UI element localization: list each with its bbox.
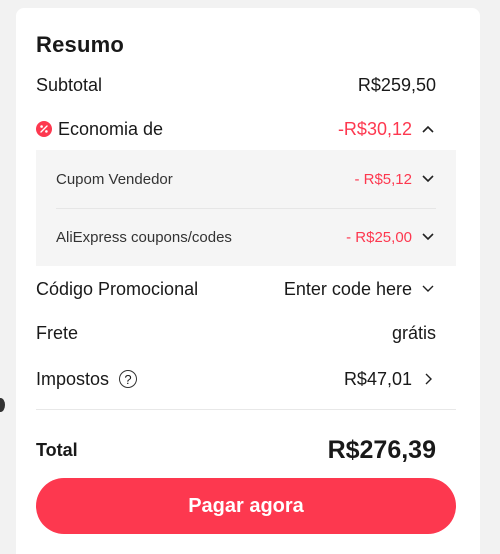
chevron-right-icon[interactable] [420,371,436,387]
discount-badge-icon [36,121,52,137]
taxes-label: Impostos [36,368,110,389]
question-circle-icon[interactable]: ? [119,370,138,388]
promo-code-label: Código Promocional [36,278,199,299]
promo-code-row[interactable]: Código Promocional Enter code here [36,274,436,304]
savings-value: -R$30,12 [337,118,412,139]
subtotal-value: R$259,50 [357,74,436,95]
order-summary-card: Resumo Subtotal R$259,50 Economia de -R$… [16,8,480,554]
savings-row[interactable]: Economia de -R$30,12 [36,114,436,144]
subtotal-label: Subtotal [36,74,103,95]
coupon-value: - R$5,12 [354,170,412,188]
shipping-value: grátis [391,322,436,343]
coupon-divider [56,208,436,209]
savings-label: Economia de [58,118,164,139]
coupon-breakdown: Cupom Vendedor - R$5,12 AliExpress coupo… [36,150,456,266]
total-value: R$276,39 [327,435,436,464]
coupon-label: AliExpress coupons/codes [56,228,232,246]
total-row: Total R$276,39 [36,432,436,468]
taxes-value: R$47,01 [343,368,412,389]
subtotal-row: Subtotal R$259,50 [36,70,436,100]
pay-now-button[interactable]: Pagar agora [36,478,456,534]
chevron-down-icon[interactable] [420,171,436,187]
promo-code-input[interactable]: Enter code here [284,279,412,300]
chevron-down-icon[interactable] [420,229,436,245]
shipping-row: Frete grátis [36,318,436,348]
summary-title: Resumo [36,32,124,57]
total-label: Total [36,439,78,460]
chevron-down-icon[interactable] [420,281,436,297]
chevron-up-icon[interactable] [420,121,436,137]
coupon-label: Cupom Vendedor [56,170,173,188]
coupon-value: - R$25,00 [346,228,412,246]
coupon-row-seller[interactable]: Cupom Vendedor - R$5,12 [56,164,436,194]
taxes-row[interactable]: Impostos ? R$47,01 [36,364,436,394]
coupon-row-aliexpress[interactable]: AliExpress coupons/codes - R$25,00 [56,222,436,252]
side-handle [0,398,5,412]
summary-divider [36,409,456,410]
shipping-label: Frete [36,322,79,343]
